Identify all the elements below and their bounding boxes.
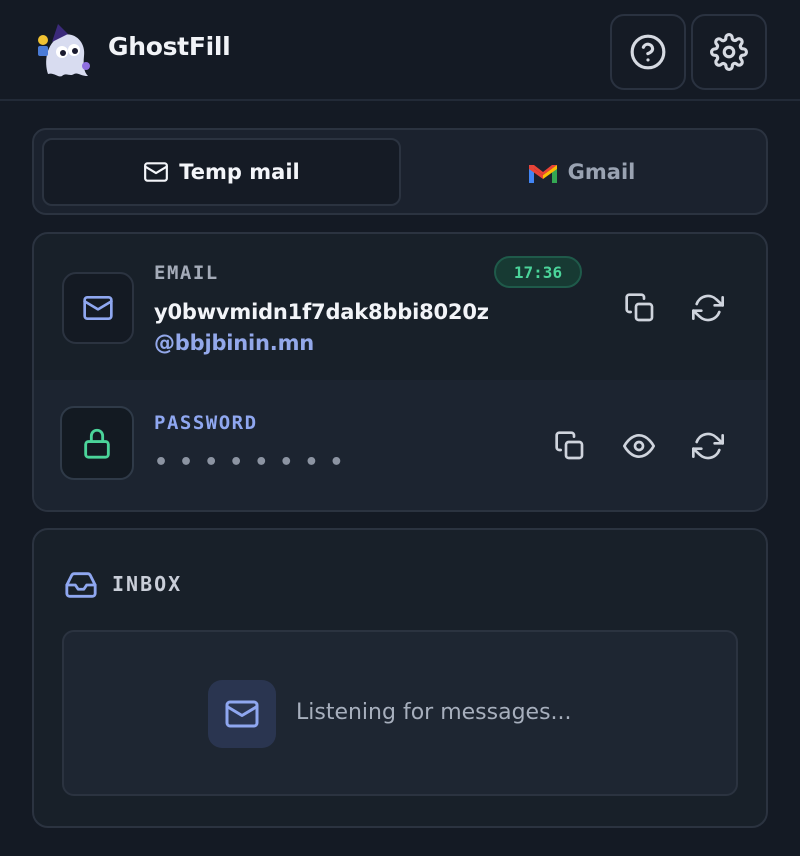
email-address-local[interactable]: y0bwvmidn1f7dak8bbi8020z (154, 300, 489, 324)
copy-email-button[interactable] (618, 286, 662, 330)
password-icon-box (60, 406, 134, 480)
credentials-card: EMAIL 17:36 y0bwvmidn1f7dak8bbi8020z @bb… (32, 232, 768, 512)
copy-password-button[interactable] (548, 424, 592, 468)
lock-icon (84, 428, 110, 459)
help-circle-icon (630, 34, 666, 70)
refresh-icon (692, 294, 724, 322)
inbox-card: INBOX Listening for messages... (32, 528, 768, 828)
app-header: GhostFill (0, 0, 800, 101)
eye-icon (623, 434, 655, 458)
tab-gmail[interactable]: Gmail (402, 138, 761, 206)
mail-icon (144, 162, 169, 182)
app-title: GhostFill (108, 32, 231, 61)
show-password-button[interactable] (617, 424, 661, 468)
refresh-icon (692, 432, 724, 460)
mode-tabs: Temp mail Gmail (32, 128, 768, 215)
email-address-domain[interactable]: @bbjbinin.mn (154, 331, 314, 355)
copy-icon (625, 293, 654, 322)
mail-icon (225, 700, 259, 728)
password-row: PASSWORD •••••••• (34, 380, 766, 510)
tab-temp-mail[interactable]: Temp mail (42, 138, 401, 206)
refresh-email-button[interactable] (686, 286, 730, 330)
gmail-icon (528, 165, 557, 183)
ghost-logo-icon (34, 22, 92, 80)
help-button[interactable] (610, 14, 686, 90)
email-label: EMAIL (154, 262, 219, 284)
email-icon-box (62, 272, 134, 344)
inbox-empty-state: Listening for messages... (62, 630, 738, 796)
mail-icon (83, 296, 113, 320)
email-timer-badge: 17:36 (494, 256, 582, 288)
settings-button[interactable] (691, 14, 767, 90)
empty-mail-icon-box (208, 680, 276, 748)
tab-temp-mail-label: Temp mail (179, 160, 300, 184)
inbox-icon (64, 568, 98, 606)
inbox-title: INBOX (112, 572, 183, 596)
copy-icon (555, 431, 584, 460)
inbox-empty-text: Listening for messages... (296, 700, 572, 725)
regenerate-password-button[interactable] (686, 424, 730, 468)
tab-gmail-label: Gmail (567, 160, 636, 184)
password-masked-value[interactable]: •••••••• (154, 450, 355, 475)
password-label: PASSWORD (154, 412, 258, 434)
gear-icon (710, 33, 748, 71)
